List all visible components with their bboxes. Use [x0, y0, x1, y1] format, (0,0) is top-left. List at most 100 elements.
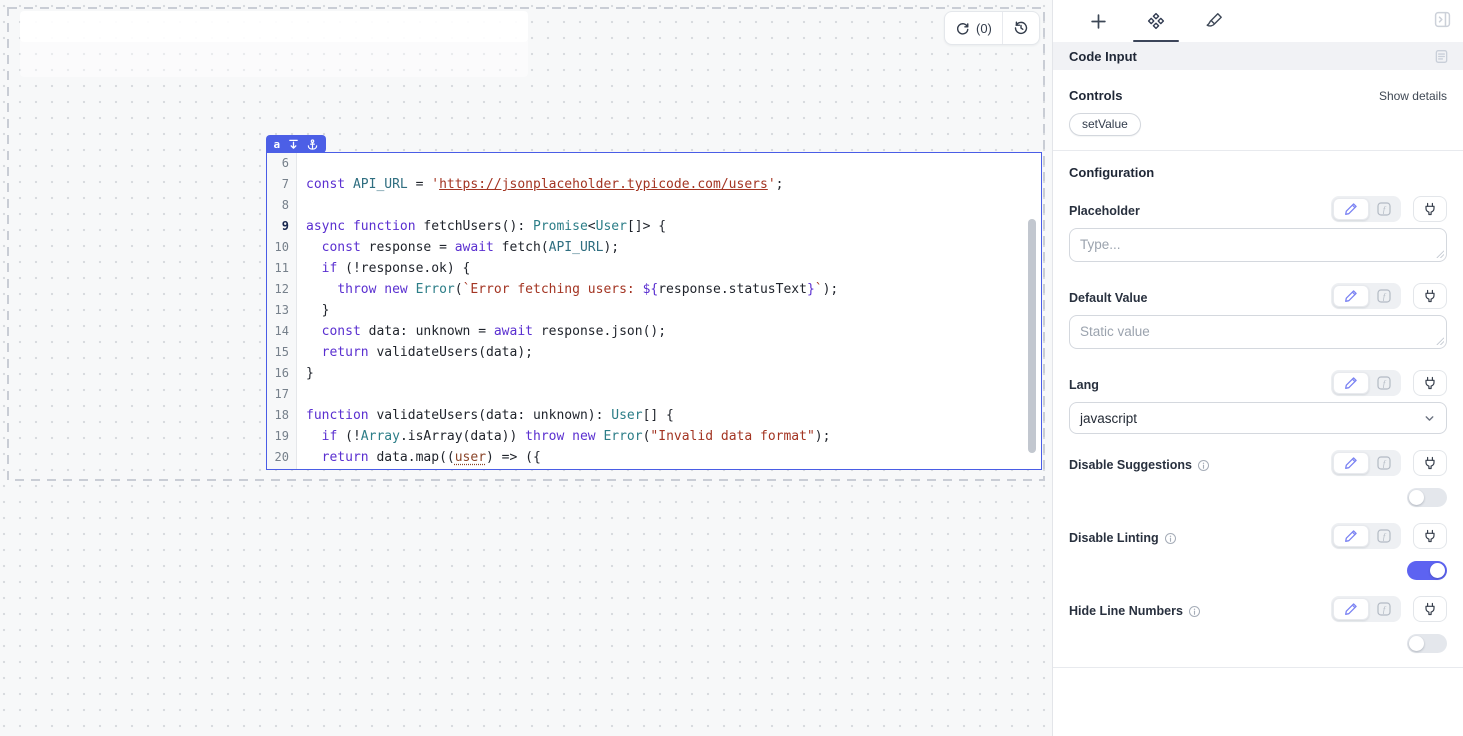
plug-icon — [1423, 202, 1437, 216]
docs-icon[interactable] — [1434, 49, 1449, 64]
field-label: Lang — [1069, 378, 1099, 392]
lang-select[interactable]: javascript — [1069, 402, 1447, 434]
edit-mode-button[interactable] — [1333, 452, 1369, 474]
refresh-button[interactable]: (0) — [945, 12, 1002, 44]
history-button[interactable] — [1003, 12, 1039, 44]
connect-data-button[interactable] — [1413, 196, 1447, 222]
field-label: Disable Suggestions — [1069, 458, 1192, 472]
code-line[interactable]: 11 if (!response.ok) { — [267, 258, 1041, 279]
fx-mode-button[interactable]: f — [1369, 452, 1399, 474]
code-line[interactable]: 8 — [267, 195, 1041, 216]
editor-scrollbar[interactable] — [1028, 219, 1036, 453]
field-label: Disable Linting — [1069, 531, 1159, 545]
fx-mode-button[interactable]: f — [1369, 525, 1399, 547]
fx-mode-button[interactable]: f — [1369, 198, 1399, 220]
code-line[interactable]: 13 } — [267, 300, 1041, 321]
tab-component-inspector[interactable] — [1127, 0, 1185, 42]
code-editor[interactable]: 67const API_URL = 'https://jsonplacehold… — [267, 153, 1041, 469]
collapse-panel-icon — [1434, 11, 1451, 28]
tab-style[interactable] — [1185, 0, 1243, 42]
code-text: async function fetchUsers(): Promise<Use… — [297, 216, 666, 237]
connect-data-button[interactable] — [1413, 450, 1447, 476]
fx-mode-button[interactable]: f — [1369, 285, 1399, 307]
field-disable-linting: Disable Linting f — [1069, 523, 1447, 580]
edit-mode-button[interactable] — [1333, 372, 1369, 394]
svg-text:f: f — [1383, 291, 1387, 301]
code-line[interactable]: 17 — [267, 384, 1041, 405]
code-text: if (!Array.isArray(data)) throw new Erro… — [297, 426, 830, 447]
code-line[interactable]: 9async function fetchUsers(): Promise<Us… — [267, 216, 1041, 237]
code-text: const data: unknown = await response.jso… — [297, 321, 666, 342]
code-text: return data.map((user) => ({ — [297, 447, 541, 468]
code-line[interactable]: 21 id: user.id, — [267, 468, 1041, 469]
edit-mode-button[interactable] — [1333, 525, 1369, 547]
line-number: 15 — [267, 342, 297, 363]
code-text: } — [297, 300, 329, 321]
brush-icon — [1205, 12, 1223, 30]
fx-icon: f — [1377, 376, 1391, 390]
info-icon[interactable] — [1164, 532, 1177, 545]
collapse-panel-button[interactable] — [1434, 11, 1451, 28]
info-icon[interactable] — [1197, 459, 1210, 472]
line-number: 12 — [267, 279, 297, 300]
code-line[interactable]: 20 return data.map((user) => ({ — [267, 447, 1041, 468]
tab-add-component[interactable] — [1069, 0, 1127, 42]
edit-mode-button[interactable] — [1333, 598, 1369, 620]
fx-mode-button[interactable]: f — [1369, 598, 1399, 620]
code-line[interactable]: 10 const response = await fetch(API_URL)… — [267, 237, 1041, 258]
line-number: 21 — [267, 468, 297, 469]
code-line[interactable]: 18function validateUsers(data: unknown):… — [267, 405, 1041, 426]
edit-mode-button[interactable] — [1333, 285, 1369, 307]
info-icon[interactable] — [1188, 605, 1201, 618]
code-line[interactable]: 6 — [267, 153, 1041, 174]
code-text: const response = await fetch(API_URL); — [297, 237, 619, 258]
line-number: 9 — [267, 216, 297, 237]
code-line[interactable]: 12 throw new Error(`Error fetching users… — [267, 279, 1041, 300]
plus-icon — [1090, 13, 1107, 30]
disable-suggestions-toggle[interactable] — [1407, 488, 1447, 507]
control-method-chip[interactable]: setValue — [1069, 113, 1141, 136]
move-down-icon[interactable] — [288, 139, 299, 150]
canvas-toolbar: (0) — [944, 11, 1040, 45]
pencil-icon — [1344, 529, 1358, 543]
pencil-icon — [1344, 602, 1358, 616]
anchor-icon[interactable] — [307, 139, 318, 150]
connect-data-button[interactable] — [1413, 370, 1447, 396]
pencil-icon — [1344, 289, 1358, 303]
connect-data-button[interactable] — [1413, 596, 1447, 622]
default-value-input[interactable] — [1069, 315, 1447, 349]
toggle-knob — [1409, 636, 1424, 651]
edit-mode-button[interactable] — [1333, 198, 1369, 220]
canvas[interactable]: (0) a — [0, 0, 1052, 736]
fx-icon: f — [1377, 602, 1391, 616]
line-number: 8 — [267, 195, 297, 216]
app-builder-window: (0) a — [0, 0, 1463, 736]
history-icon — [1013, 20, 1029, 36]
line-number: 7 — [267, 174, 297, 195]
plug-icon — [1423, 602, 1437, 616]
line-number: 18 — [267, 405, 297, 426]
code-text: return validateUsers(data); — [297, 342, 533, 363]
connect-data-button[interactable] — [1413, 283, 1447, 309]
code-line[interactable]: 7const API_URL = 'https://jsonplaceholde… — [267, 174, 1041, 195]
code-line[interactable]: 19 if (!Array.isArray(data)) throw new E… — [267, 426, 1041, 447]
code-text: id: user.id, — [297, 468, 431, 469]
disable-linting-toggle[interactable] — [1407, 561, 1447, 580]
pencil-icon — [1344, 376, 1358, 390]
fx-mode-button[interactable]: f — [1369, 372, 1399, 394]
inspector-panel: Code Input Controls Show details setValu… — [1052, 0, 1463, 736]
show-details-button[interactable]: Show details — [1379, 89, 1447, 103]
connect-data-button[interactable] — [1413, 523, 1447, 549]
plug-icon — [1423, 456, 1437, 470]
code-text — [297, 195, 306, 216]
code-line[interactable]: 16} — [267, 363, 1041, 384]
code-line[interactable]: 14 const data: unknown = await response.… — [267, 321, 1041, 342]
code-line[interactable]: 15 return validateUsers(data); — [267, 342, 1041, 363]
placeholder-input[interactable] — [1069, 228, 1447, 262]
hide-line-numbers-toggle[interactable] — [1407, 634, 1447, 653]
line-number: 14 — [267, 321, 297, 342]
field-lang: Lang f javascript — [1069, 370, 1447, 434]
code-input-widget[interactable]: a 67const API_URL = 'https://jsonplaceho… — [266, 152, 1042, 470]
input-mode-segmented: f — [1331, 523, 1401, 549]
widget-badge[interactable]: a — [266, 135, 327, 153]
